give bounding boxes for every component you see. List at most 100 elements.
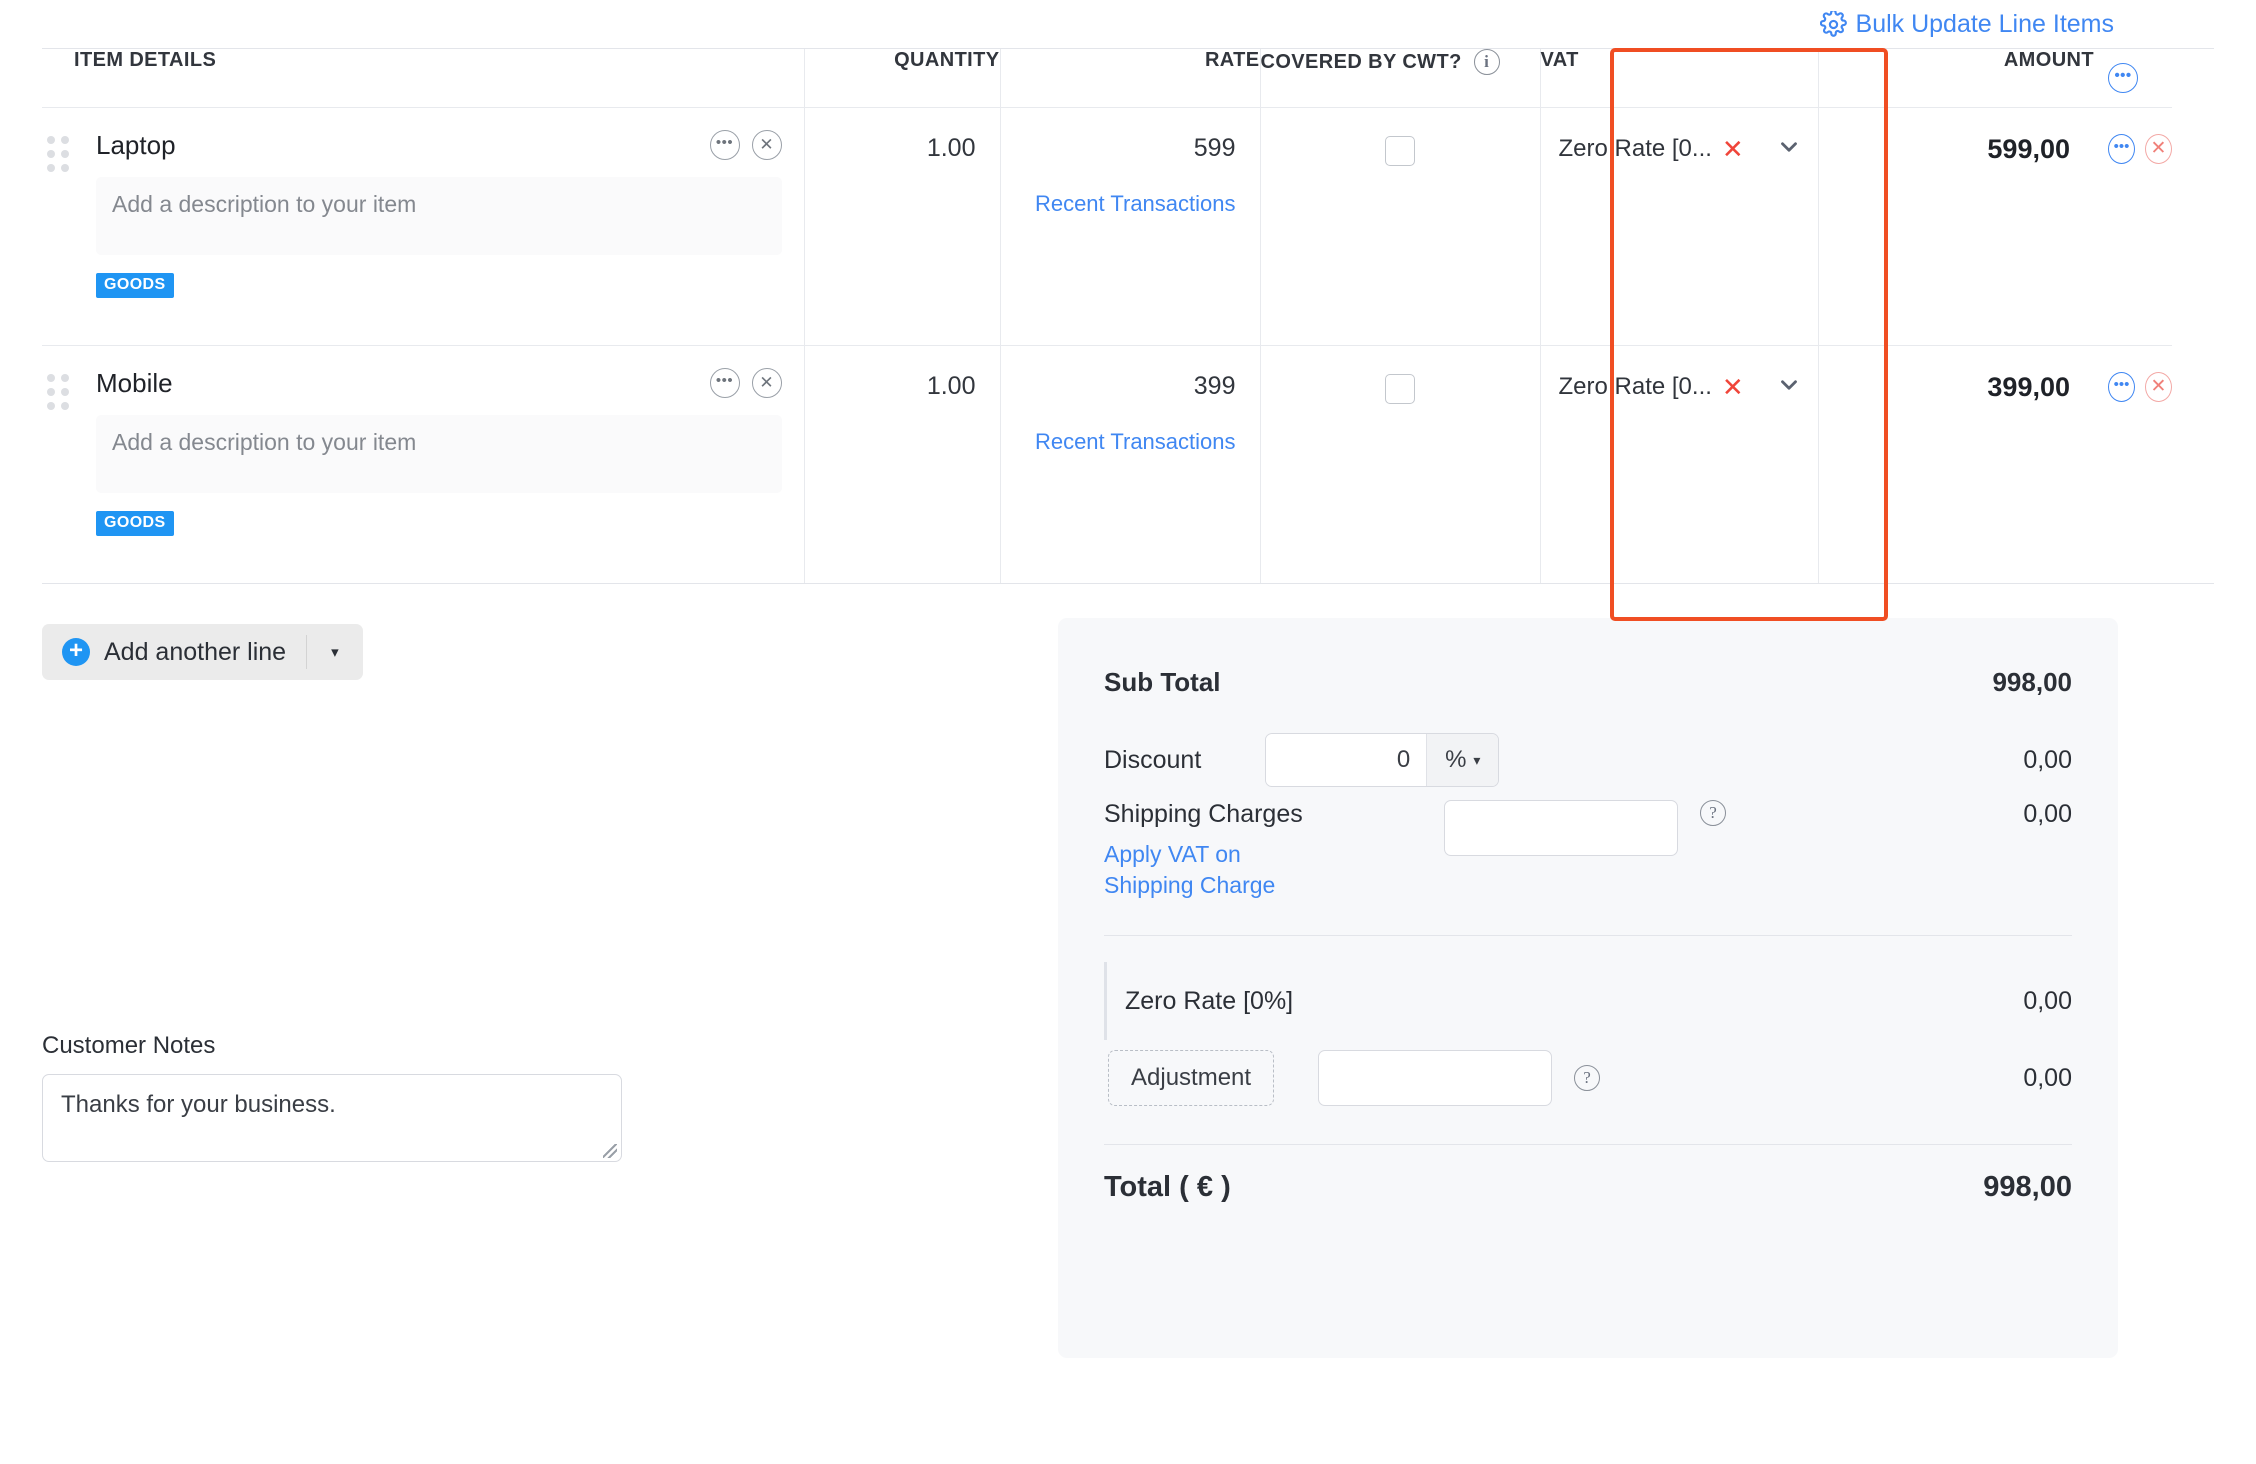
item-name[interactable]: Laptop xyxy=(96,130,176,161)
table-header-row: ITEM DETAILS QUANTITY RATE COVERED BY CW… xyxy=(42,49,2172,108)
customer-notes-label: Customer Notes xyxy=(42,1032,216,1059)
table-options-button[interactable]: ••• xyxy=(2108,63,2138,93)
adjustment-label-field[interactable]: Adjustment xyxy=(1108,1050,1275,1107)
shipping-charges-row: Shipping Charges Apply VAT on Shipping C… xyxy=(1104,788,2072,901)
header-drag-spacer xyxy=(42,49,74,108)
item-remove-icon[interactable]: ✕ xyxy=(751,130,782,160)
bulk-update-line-items-button[interactable]: Bulk Update Line Items xyxy=(1819,9,2114,39)
row-drag-handle[interactable] xyxy=(42,107,74,345)
discount-input-group: % ▾ xyxy=(1265,733,1500,787)
row-drag-handle[interactable] xyxy=(42,344,74,583)
top-toolbar: Bulk Update Line Items xyxy=(0,0,2256,48)
adjustment-amount: 0,00 xyxy=(2023,1063,2072,1092)
vat-clear-icon[interactable]: ✕ xyxy=(1722,136,1744,162)
shipping-left: Shipping Charges Apply VAT on Shipping C… xyxy=(1104,800,1444,901)
table-row: Mobile ••• ✕ Add a description to your i… xyxy=(42,344,2172,583)
chevron-down-icon[interactable] xyxy=(1776,134,1802,165)
customer-notes-textarea[interactable]: Thanks for your business. xyxy=(42,1074,622,1162)
shipping-amount: 0,00 xyxy=(2023,800,2072,828)
row-delete-button[interactable]: ✕ xyxy=(2145,371,2172,402)
right-column: Sub Total 998,00 Discount % ▾ 0,00 xyxy=(1058,584,2214,1358)
item-type-badge: GOODS xyxy=(96,272,174,298)
chevron-down-icon: ▾ xyxy=(1473,751,1481,768)
header-amount: AMOUNT xyxy=(1818,49,2094,108)
row-delete-button[interactable]: ✕ xyxy=(2145,133,2172,164)
item-name[interactable]: Mobile xyxy=(96,368,173,399)
item-description-input[interactable]: Add a description to your item xyxy=(96,176,782,255)
adjustment-controls: ? xyxy=(1318,1050,1601,1107)
item-description-input[interactable]: Add a description to your item xyxy=(96,414,782,493)
summary-divider xyxy=(1104,935,2072,937)
row-vat-cell: Zero Rate [0... ✕ xyxy=(1540,107,1819,345)
header-covered-by-cwt-label: COVERED BY CWT? xyxy=(1260,50,1462,73)
row-more-options-button[interactable]: ••• xyxy=(2108,133,2135,164)
sub-total-row: Sub Total 998,00 xyxy=(1104,654,2072,710)
row-item-details: Mobile ••• ✕ Add a description to your i… xyxy=(74,344,805,583)
help-icon[interactable]: ? xyxy=(1700,800,1726,826)
shipping-charges-input[interactable] xyxy=(1444,800,1678,856)
help-icon[interactable]: ? xyxy=(1574,1065,1601,1092)
chevron-down-icon[interactable] xyxy=(1776,372,1802,403)
total-label: Total ( € ) xyxy=(1104,1171,1231,1204)
header-covered-by-cwt: COVERED BY CWT? i xyxy=(1260,49,1541,108)
covered-by-cwt-checkbox[interactable] xyxy=(1385,373,1415,404)
discount-unit-label: % xyxy=(1445,746,1467,773)
row-actions: ••• ✕ xyxy=(2094,107,2172,345)
row-vat-cell: Zero Rate [0... ✕ xyxy=(1540,344,1819,583)
add-another-line-label: Add another line xyxy=(104,637,287,666)
customer-notes-value: Thanks for your business. xyxy=(61,1091,336,1118)
covered-by-cwt-checkbox[interactable] xyxy=(1385,135,1415,166)
vat-selected-value[interactable]: Zero Rate [0... xyxy=(1559,373,1712,401)
sub-total-value: 998,00 xyxy=(1992,666,2072,697)
item-more-options-icon[interactable]: ••• xyxy=(709,130,740,160)
adjustment-input[interactable] xyxy=(1318,1050,1553,1107)
discount-label: Discount xyxy=(1104,745,1202,774)
item-type-badge: GOODS xyxy=(96,510,174,536)
row-covered-by-cwt xyxy=(1260,107,1541,345)
header-item-details: ITEM DETAILS xyxy=(74,49,805,108)
row-quantity[interactable]: 1.00 xyxy=(804,344,1001,583)
row-rate[interactable]: 399 xyxy=(1194,372,1236,400)
plus-icon: + xyxy=(62,638,90,666)
add-line-dropdown-icon[interactable]: ▾ xyxy=(307,643,363,661)
row-quantity[interactable]: 1.00 xyxy=(804,107,1001,345)
bulk-update-label: Bulk Update Line Items xyxy=(1855,9,2114,38)
row-rate[interactable]: 599 xyxy=(1194,134,1236,162)
apply-vat-on-shipping-link[interactable]: Apply VAT on Shipping Charge xyxy=(1104,839,1334,901)
row-rate-cell: 599 Recent Transactions xyxy=(1000,107,1261,345)
discount-input[interactable] xyxy=(1266,734,1427,786)
resize-handle-icon[interactable] xyxy=(603,1144,617,1158)
add-another-line-main[interactable]: + Add another line xyxy=(42,638,306,667)
shipping-charges-label: Shipping Charges xyxy=(1104,800,1303,828)
row-item-details: Laptop ••• ✕ Add a description to your i… xyxy=(74,107,805,345)
sub-total-label: Sub Total xyxy=(1104,666,1221,697)
header-vat: VAT xyxy=(1540,49,1819,108)
row-rate-cell: 399 Recent Transactions xyxy=(1000,344,1261,583)
row-amount: 599,00 xyxy=(1987,133,2070,164)
vat-summary-amount: 0,00 xyxy=(2023,986,2072,1015)
customer-notes-section: Customer Notes Thanks for your business. xyxy=(42,1032,1058,1162)
total-row: Total ( € ) 998,00 xyxy=(1104,1144,2072,1204)
drag-handle-icon[interactable] xyxy=(47,135,69,172)
adjustment-row: Adjustment ? 0,00 xyxy=(1104,1040,2072,1116)
recent-transactions-link[interactable]: Recent Transactions xyxy=(1025,429,1236,455)
vat-selected-value[interactable]: Zero Rate [0... xyxy=(1559,135,1712,163)
table-row: Laptop ••• ✕ Add a description to your i… xyxy=(42,107,2172,345)
discount-controls: % ▾ xyxy=(1265,733,1500,787)
info-icon[interactable]: i xyxy=(1473,49,1500,75)
lower-section: + Add another line ▾ Customer Notes Than… xyxy=(0,584,2256,1358)
discount-unit-dropdown[interactable]: % ▾ xyxy=(1426,734,1499,786)
add-another-line-button[interactable]: + Add another line ▾ xyxy=(42,624,363,680)
vat-clear-icon[interactable]: ✕ xyxy=(1722,374,1744,400)
item-remove-icon[interactable]: ✕ xyxy=(751,368,782,398)
drag-handle-icon[interactable] xyxy=(47,373,69,410)
row-covered-by-cwt xyxy=(1260,344,1541,583)
row-actions: ••• ✕ xyxy=(2094,344,2172,583)
item-more-options-icon[interactable]: ••• xyxy=(709,368,740,398)
total-value: 998,00 xyxy=(1983,1171,2072,1204)
header-actions: ••• xyxy=(2094,49,2172,108)
recent-transactions-link[interactable]: Recent Transactions xyxy=(1025,191,1236,217)
row-more-options-button[interactable]: ••• xyxy=(2108,371,2135,402)
summary-panel: Sub Total 998,00 Discount % ▾ 0,00 xyxy=(1058,618,2118,1358)
header-rate: RATE xyxy=(1000,49,1261,108)
